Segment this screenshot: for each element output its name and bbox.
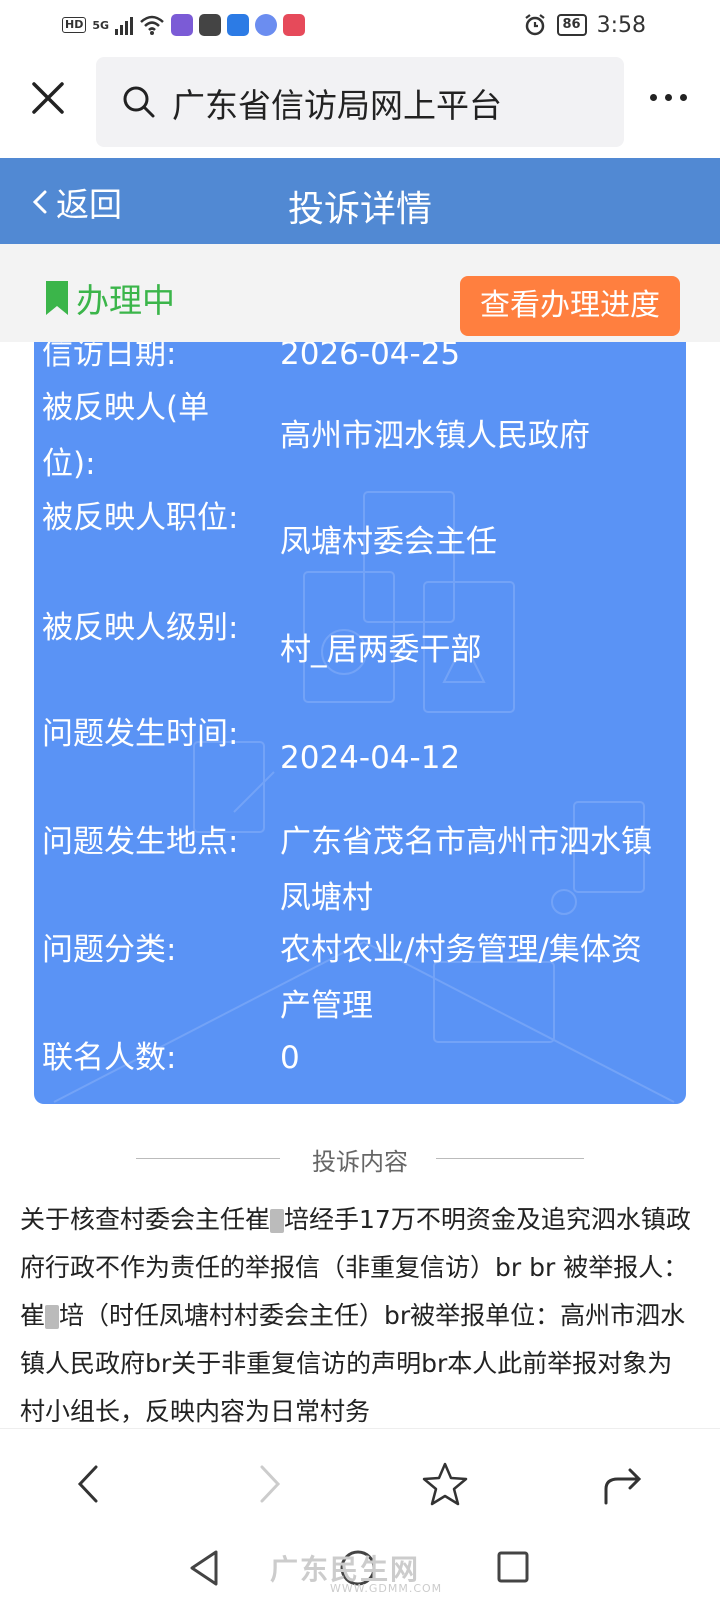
detail-label: 问题发生时间:	[42, 716, 239, 752]
detail-value: 农村农业/村务管理/集体资产管理	[280, 932, 642, 1024]
detail-label: 问题发生地点:	[42, 824, 239, 860]
detail-row-issue-time: 问题发生时间: 2024-04-12	[34, 706, 686, 818]
detail-row-reported-position: 被反映人职位: 凤塘村委会主任	[34, 490, 686, 602]
detail-row-date: 信访日期: 2026-04-25	[34, 342, 686, 382]
system-recents-icon[interactable]	[494, 1548, 532, 1586]
site-watermark: 广东民生网 WWW.GDMM.COM	[270, 1548, 442, 1595]
status-indicator: 办理中	[46, 274, 175, 322]
detail-value: 凤塘村委会主任	[280, 524, 497, 560]
browser-nav-bar	[0, 1428, 720, 1537]
app-notification-icon	[171, 14, 194, 36]
hd-badge: HD	[62, 17, 87, 33]
page-header: 投诉详情 返回	[0, 158, 720, 244]
divider-right	[436, 1158, 584, 1159]
detail-value: 广东省茂名市高州市泗水镇凤塘村	[280, 824, 652, 916]
star-icon[interactable]	[420, 1459, 470, 1509]
detail-label: 信访日期:	[42, 342, 177, 372]
mail-notification-icon	[199, 14, 222, 36]
clock-time: 3:58	[596, 12, 646, 38]
view-progress-button[interactable]: 查看办理进度	[460, 276, 680, 336]
status-row: 办理中 查看办理进度	[0, 244, 720, 342]
battery-icon: 86	[556, 14, 587, 36]
wifi-icon	[140, 15, 164, 35]
forward-arrow-icon[interactable]	[244, 1459, 294, 1509]
back-button[interactable]: 返回	[30, 178, 122, 226]
status-label: 办理中	[76, 281, 175, 320]
back-label: 返回	[56, 185, 122, 224]
status-right-icons: 86 3:58	[523, 10, 646, 40]
redacted-text	[270, 1209, 285, 1233]
detail-row-reported-unit: 被反映人(单位): 高州市泗水镇人民政府	[34, 380, 686, 492]
detail-value: 2026-04-25	[280, 342, 461, 372]
network-type-label: 5G	[92, 18, 110, 32]
alarm-icon	[524, 14, 545, 36]
redacted-text	[45, 1305, 60, 1329]
content-section-header: 投诉内容	[0, 1138, 720, 1178]
watermark-url: WWW.GDMM.COM	[330, 1582, 443, 1595]
detail-value: 高州市泗水镇人民政府	[280, 418, 590, 454]
search-box[interactable]: 广东省信访局网上平台	[96, 57, 624, 147]
close-icon[interactable]	[28, 78, 68, 118]
content-text-part: 关于核查村委会主任崔	[20, 1205, 271, 1234]
detail-label: 被反映人职位:	[42, 500, 239, 536]
detail-row-issue-location: 问题发生地点: 广东省茂名市高州市泗水镇凤塘村	[34, 814, 686, 926]
music-notification-icon	[255, 14, 278, 36]
shop-notification-icon	[283, 14, 306, 36]
detail-card: 信访日期: 2026-04-25 被反映人(单位): 高州市泗水镇人民政府 被反…	[34, 342, 686, 1104]
browser-bar: 广东省信访局网上平台	[0, 50, 720, 156]
bulb-notification-icon	[227, 14, 250, 36]
detail-value: 村_居两委干部	[280, 632, 482, 668]
section-title: 投诉内容	[312, 1148, 408, 1176]
share-icon[interactable]	[598, 1459, 648, 1509]
detail-label: 被反映人(单位):	[42, 390, 210, 482]
detail-value: 0	[280, 1040, 300, 1076]
content-text-part: 培（时任凤塘村村委会主任）br被举报单位：高州市泗水镇人民政府br关于非重复信访…	[20, 1301, 686, 1426]
detail-row-cosigners: 联名人数: 0	[34, 1030, 686, 1086]
status-bar: HD 5G 86 3:58	[0, 0, 720, 50]
signal-icon	[115, 15, 134, 35]
system-back-icon[interactable]	[186, 1548, 222, 1588]
detail-row-reported-level: 被反映人级别: 村_居两委干部	[34, 600, 686, 712]
detail-label: 被反映人级别:	[42, 610, 239, 646]
detail-value: 2024-04-12	[280, 740, 461, 776]
detail-row-category: 问题分类: 农村农业/村务管理/集体资产管理	[34, 922, 686, 1034]
complaint-content: 关于核查村委会主任崔 培经手17万不明资金及追究泗水镇政府行政不作为责任的举报信（…	[20, 1196, 692, 1426]
detail-label: 问题分类:	[42, 932, 177, 968]
search-query-text: 广东省信访局网上平台	[172, 86, 502, 125]
chevron-left-icon	[32, 190, 47, 214]
search-icon	[123, 86, 155, 118]
detail-label: 联名人数:	[42, 1040, 177, 1076]
status-left-icons: HD 5G	[62, 10, 306, 40]
back-arrow-icon[interactable]	[64, 1459, 114, 1509]
more-menu-icon[interactable]	[650, 94, 687, 101]
bookmark-icon	[46, 281, 68, 315]
